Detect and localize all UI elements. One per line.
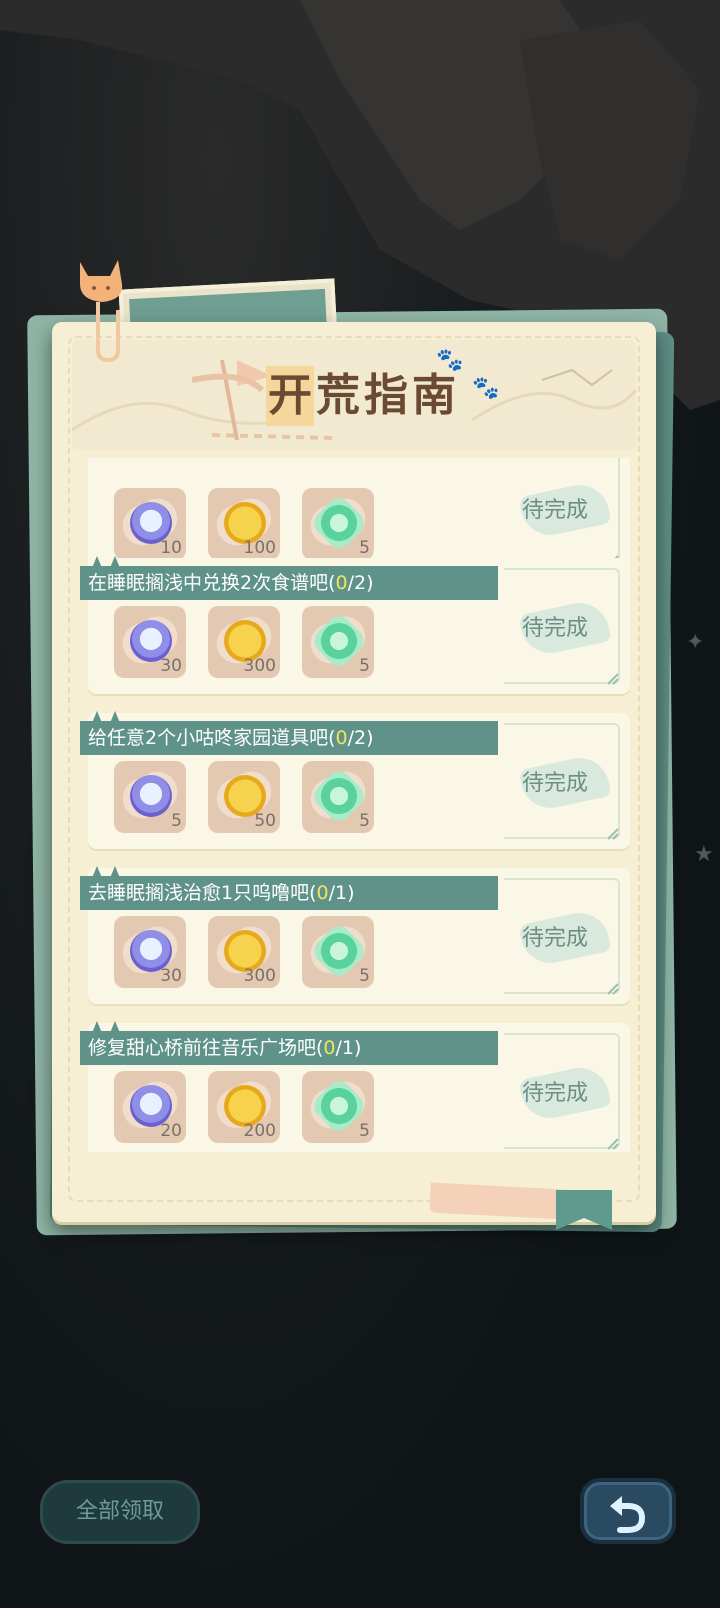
reward-count: 200 bbox=[243, 1121, 276, 1141]
moon-coin-icon bbox=[130, 775, 172, 817]
corner-mark bbox=[607, 673, 619, 685]
cat-paperclip-icon bbox=[80, 260, 123, 363]
title-char-3: 指 bbox=[364, 370, 408, 421]
task-title: 去睡眠搁浅治愈1只呜噜吧(0/1) bbox=[80, 866, 498, 910]
task-card: 去睡眠搁浅治愈1只呜噜吧(0/1) 30 300 5 待完成 bbox=[80, 866, 630, 1004]
claim-all-button[interactable]: 全部领取 bbox=[40, 1480, 200, 1544]
reward-count: 5 bbox=[359, 1121, 370, 1141]
star-icon: ★ bbox=[694, 842, 714, 867]
task-status: 待完成 bbox=[518, 713, 618, 849]
reward-item: 300 bbox=[208, 606, 280, 678]
task-card: 修复甜心桥前往音乐广场吧(0/1) 20 200 5 待完成 bbox=[80, 1021, 630, 1152]
reward-count: 5 bbox=[171, 811, 182, 831]
reward-item: 200 bbox=[208, 1071, 280, 1143]
reward-item: 5 bbox=[302, 606, 374, 678]
sparkle-icon: ✦ bbox=[686, 630, 705, 655]
task-title: 给任意2个小咕咚家园道具吧(0/2) bbox=[80, 711, 498, 755]
undo-arrow-icon bbox=[610, 1496, 646, 1533]
task-card: 在睡眠搁浅中兑换2次食谱吧(0/2) 30 300 5 待完成 bbox=[80, 556, 630, 694]
task-status: 待完成 bbox=[518, 1023, 618, 1152]
task-progress: 0 bbox=[323, 1037, 336, 1059]
status-label: 待完成 bbox=[522, 498, 589, 523]
task-title: 在睡眠搁浅中兑换2次食谱吧(0/2) bbox=[80, 556, 498, 600]
reward-count: 300 bbox=[243, 656, 276, 676]
task-card: 给任意2个小咕咚家园道具吧(0/2) 5 50 5 待完成 bbox=[80, 711, 630, 849]
reward-item: 5 bbox=[302, 488, 374, 560]
status-label: 待完成 bbox=[522, 1081, 589, 1106]
task-status: 待完成 bbox=[518, 868, 618, 1004]
task-goal: /2) bbox=[347, 727, 374, 749]
reward-count: 5 bbox=[359, 966, 370, 986]
paw-print-icon: 🐾 bbox=[436, 348, 464, 373]
corner-mark bbox=[607, 1138, 619, 1150]
task-label: 在睡眠搁浅中兑换2次食谱吧( bbox=[88, 572, 336, 594]
reward-list: 5 50 5 bbox=[114, 761, 374, 833]
reward-item: 50 bbox=[208, 761, 280, 833]
task-title: 修复甜心桥前往音乐广场吧(0/1) bbox=[80, 1021, 498, 1065]
reward-item: 100 bbox=[208, 488, 280, 560]
panel-header: 开 荒 指 南 🐾 🐾 bbox=[72, 340, 636, 450]
page-title: 开 荒 指 南 bbox=[266, 366, 458, 426]
reward-item: 5 bbox=[302, 761, 374, 833]
guide-panel: 开 荒 指 南 🐾 🐾 10 100 5 待完成 在睡眠搁浅中兑换2次食谱吧(0… bbox=[52, 322, 656, 1222]
title-char-1: 开 bbox=[266, 366, 314, 426]
reward-count: 5 bbox=[359, 538, 370, 558]
task-goal: /1) bbox=[328, 882, 355, 904]
task-progress: 0 bbox=[316, 882, 329, 904]
reward-list: 30 300 5 bbox=[114, 606, 374, 678]
task-status: 待完成 bbox=[518, 558, 618, 694]
reward-item: 10 bbox=[114, 488, 186, 560]
reward-count: 50 bbox=[254, 811, 276, 831]
reward-item: 5 bbox=[302, 916, 374, 988]
reward-count: 20 bbox=[160, 1121, 182, 1141]
reward-list: 10 100 5 bbox=[114, 488, 374, 560]
reward-item: 300 bbox=[208, 916, 280, 988]
task-goal: /1) bbox=[335, 1037, 362, 1059]
reward-list: 20 200 5 bbox=[114, 1071, 374, 1143]
task-progress: 0 bbox=[335, 727, 348, 749]
reward-count: 100 bbox=[243, 538, 276, 558]
title-char-4: 南 bbox=[412, 370, 456, 421]
reward-count: 5 bbox=[359, 811, 370, 831]
title-char-2: 荒 bbox=[316, 370, 360, 421]
reward-item: 5 bbox=[302, 1071, 374, 1143]
task-list[interactable]: 10 100 5 待完成 在睡眠搁浅中兑换2次食谱吧(0/2) 30 300 5… bbox=[80, 458, 636, 1152]
reward-count: 30 bbox=[160, 966, 182, 986]
paw-print-icon: 🐾 bbox=[472, 376, 500, 401]
status-label: 待完成 bbox=[522, 616, 589, 641]
back-button[interactable] bbox=[580, 1478, 676, 1544]
reward-count: 5 bbox=[359, 656, 370, 676]
task-label: 修复甜心桥前往音乐广场吧( bbox=[88, 1037, 324, 1059]
task-progress: 0 bbox=[335, 572, 348, 594]
reward-item: 30 bbox=[114, 916, 186, 988]
reward-count: 30 bbox=[160, 656, 182, 676]
game-scene: ✦ ★ 开 荒 指 南 🐾 🐾 10 100 5 待完成 在睡眠搁浅中兑换2次食… bbox=[0, 0, 720, 1608]
task-label: 给任意2个小咕咚家园道具吧( bbox=[88, 727, 336, 749]
reward-list: 30 300 5 bbox=[114, 916, 374, 988]
reward-item: 30 bbox=[114, 606, 186, 678]
corner-mark bbox=[607, 828, 619, 840]
reward-item: 5 bbox=[114, 761, 186, 833]
status-label: 待完成 bbox=[522, 771, 589, 796]
status-label: 待完成 bbox=[522, 926, 589, 951]
task-goal: /2) bbox=[347, 572, 374, 594]
task-label: 去睡眠搁浅治愈1只呜噜吧( bbox=[88, 882, 317, 904]
reward-count: 300 bbox=[243, 966, 276, 986]
corner-mark bbox=[607, 983, 619, 995]
reward-count: 10 bbox=[160, 538, 182, 558]
reward-item: 20 bbox=[114, 1071, 186, 1143]
